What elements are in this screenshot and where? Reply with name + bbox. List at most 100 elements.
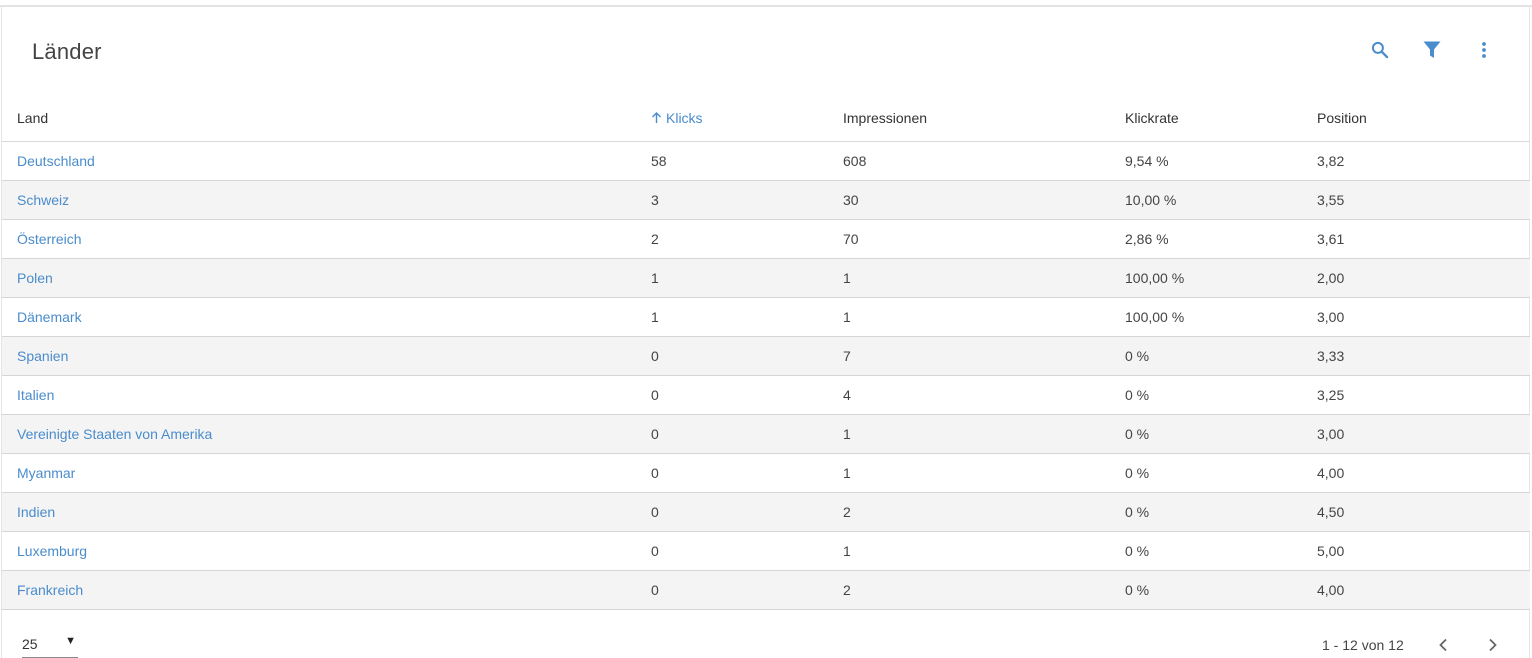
next-page-button[interactable]: [1483, 635, 1503, 655]
position-cell: 3,25: [1317, 375, 1530, 415]
klickrate-cell: 0 %: [1125, 492, 1317, 532]
position-cell: 3,33: [1317, 336, 1530, 376]
column-header-label: Impressionen: [843, 110, 928, 126]
more-options-button[interactable]: [1469, 35, 1499, 65]
country-link[interactable]: Vereinigte Staaten von Amerika: [17, 426, 212, 442]
position-cell: 5,00: [1317, 531, 1530, 571]
filter-button[interactable]: [1417, 35, 1447, 65]
pagination-info: 1 - 12 von 12: [1322, 637, 1404, 653]
table-row: Schweiz 3 30 10,00 % 3,55: [2, 180, 1530, 220]
card-title: Länder: [32, 39, 102, 64]
countries-card: Länder Land Klicks Impressionen Klickrat…: [1, 7, 1530, 658]
table-row: Österreich 2 70 2,86 % 3,61: [2, 219, 1530, 259]
klicks-cell: 2: [651, 219, 843, 259]
impressionen-cell: 1: [843, 258, 1125, 298]
chevron-right-icon: [1489, 638, 1497, 652]
page-size-value: 25: [22, 636, 38, 652]
country-link[interactable]: Polen: [17, 270, 53, 286]
klicks-cell: 0: [651, 414, 843, 454]
table-row: Indien 0 2 0 % 4,50: [2, 492, 1530, 532]
column-header-label: Klickrate: [1125, 110, 1179, 126]
column-header-klickrate[interactable]: Klickrate: [1125, 95, 1317, 142]
column-header-label: Position: [1317, 110, 1367, 126]
table-row: Polen 1 1 100,00 % 2,00: [2, 258, 1530, 298]
search-icon: [1371, 41, 1389, 59]
impressionen-cell: 2: [843, 492, 1125, 532]
country-link[interactable]: Österreich: [17, 231, 82, 247]
position-cell: 4,00: [1317, 453, 1530, 493]
position-cell: 2,00: [1317, 258, 1530, 298]
impressionen-cell: 1: [843, 297, 1125, 337]
column-header-label: Klicks: [666, 109, 703, 126]
klickrate-cell: 100,00 %: [1125, 258, 1317, 298]
klickrate-cell: 0 %: [1125, 336, 1317, 376]
klicks-cell: 0: [651, 531, 843, 571]
klicks-cell: 0: [651, 570, 843, 610]
table-row: Deutschland 58 608 9,54 % 3,82: [2, 141, 1530, 181]
previous-page-button[interactable]: [1433, 635, 1453, 655]
country-link[interactable]: Italien: [17, 387, 54, 403]
klickrate-cell: 0 %: [1125, 453, 1317, 493]
impressionen-cell: 30: [843, 180, 1125, 220]
impressionen-cell: 1: [843, 531, 1125, 571]
chevron-left-icon: [1439, 638, 1447, 652]
table-row: Frankreich 0 2 0 % 4,00: [2, 570, 1530, 610]
klickrate-cell: 9,54 %: [1125, 141, 1317, 181]
page-size-select[interactable]: 25 ▼: [22, 631, 78, 658]
search-button[interactable]: [1365, 35, 1395, 65]
klickrate-cell: 10,00 %: [1125, 180, 1317, 220]
klickrate-cell: 0 %: [1125, 531, 1317, 571]
column-header-land[interactable]: Land: [2, 95, 651, 142]
impressionen-cell: 608: [843, 141, 1125, 181]
column-header-position[interactable]: Position: [1317, 95, 1530, 142]
impressionen-cell: 2: [843, 570, 1125, 610]
impressionen-cell: 1: [843, 414, 1125, 454]
table-row: Vereinigte Staaten von Amerika 0 1 0 % 3…: [2, 414, 1530, 454]
table-row: Dänemark 1 1 100,00 % 3,00: [2, 297, 1530, 337]
klicks-cell: 0: [651, 375, 843, 415]
country-link[interactable]: Schweiz: [17, 192, 69, 208]
table-row: Luxemburg 0 1 0 % 5,00: [2, 531, 1530, 571]
dropdown-caret-icon: ▼: [65, 635, 76, 647]
klicks-cell: 0: [651, 492, 843, 532]
position-cell: 4,00: [1317, 570, 1530, 610]
arrow-up-icon: [651, 111, 662, 127]
filter-icon: [1423, 41, 1441, 58]
position-cell: 3,00: [1317, 297, 1530, 337]
position-cell: 3,00: [1317, 414, 1530, 454]
klicks-cell: 58: [651, 141, 843, 181]
position-cell: 3,61: [1317, 219, 1530, 259]
klickrate-cell: 0 %: [1125, 414, 1317, 454]
country-link[interactable]: Deutschland: [17, 153, 95, 169]
klickrate-cell: 2,86 %: [1125, 219, 1317, 259]
klicks-cell: 1: [651, 258, 843, 298]
column-header-label: Land: [17, 110, 49, 126]
country-link[interactable]: Dänemark: [17, 309, 82, 325]
position-cell: 3,82: [1317, 141, 1530, 181]
table-row: Italien 0 4 0 % 3,25: [2, 375, 1530, 415]
impressionen-cell: 1: [843, 453, 1125, 493]
impressionen-cell: 7: [843, 336, 1125, 376]
countries-table: Land Klicks Impressionen Klickrate Posit…: [2, 95, 1530, 610]
klickrate-cell: 0 %: [1125, 570, 1317, 610]
table-header-row: Land Klicks Impressionen Klickrate Posit…: [2, 95, 1530, 142]
klickrate-cell: 0 %: [1125, 375, 1317, 415]
position-cell: 4,50: [1317, 492, 1530, 532]
klickrate-cell: 100,00 %: [1125, 297, 1317, 337]
country-link[interactable]: Myanmar: [17, 465, 75, 481]
country-link[interactable]: Spanien: [17, 348, 68, 364]
country-link[interactable]: Frankreich: [17, 582, 83, 598]
table-row: Spanien 0 7 0 % 3,33: [2, 336, 1530, 376]
column-header-impressionen[interactable]: Impressionen: [843, 95, 1125, 142]
country-link[interactable]: Luxemburg: [17, 543, 87, 559]
klicks-cell: 3: [651, 180, 843, 220]
table-row: Myanmar 0 1 0 % 4,00: [2, 453, 1530, 493]
klicks-cell: 0: [651, 336, 843, 376]
table-footer: 25 ▼ 1 - 12 von 12: [2, 611, 1530, 658]
country-link[interactable]: Indien: [17, 504, 55, 520]
more-vert-icon: [1482, 42, 1486, 58]
klicks-cell: 1: [651, 297, 843, 337]
card-toolbar: [1365, 35, 1499, 65]
impressionen-cell: 4: [843, 375, 1125, 415]
column-header-klicks[interactable]: Klicks: [651, 95, 843, 142]
